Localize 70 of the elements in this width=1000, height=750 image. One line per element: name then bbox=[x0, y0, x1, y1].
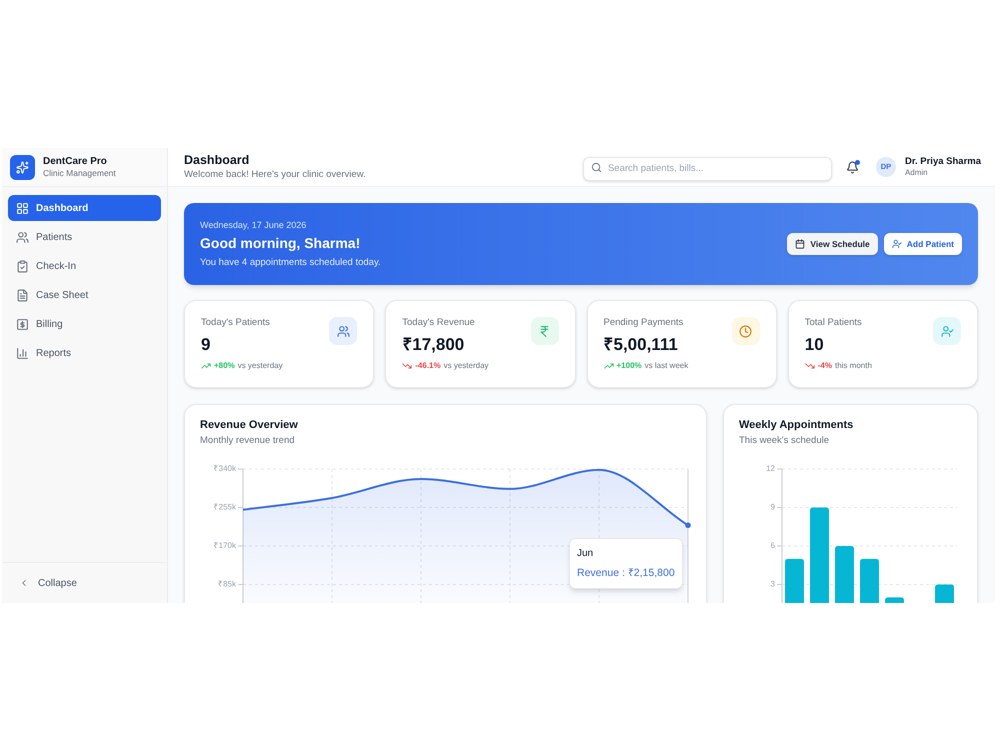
stat-value: 10 bbox=[804, 335, 825, 355]
bell-icon[interactable] bbox=[846, 160, 859, 174]
active-point-marker bbox=[685, 522, 691, 528]
bar-chart-icon bbox=[16, 346, 29, 360]
calendar-icon bbox=[795, 239, 806, 249]
y-axis-label: 9 bbox=[770, 502, 775, 512]
view-schedule-button[interactable]: View Schedule bbox=[787, 233, 878, 255]
user-role: Admin bbox=[904, 168, 929, 178]
clipboard-check-icon bbox=[16, 260, 29, 272]
nav-item[interactable]: Check-In bbox=[8, 253, 161, 279]
appointment-bar bbox=[860, 558, 879, 603]
page-title: Dashboard bbox=[184, 153, 250, 168]
appointment-bar bbox=[835, 546, 854, 603]
stat-value: 9 bbox=[201, 335, 212, 355]
logo-icon bbox=[10, 154, 35, 180]
appointment-bar bbox=[935, 584, 954, 603]
user-check-icon bbox=[933, 317, 961, 345]
appointment-bar bbox=[785, 558, 804, 603]
y-axis-label: ₹170k bbox=[214, 541, 236, 550]
users-icon bbox=[16, 230, 29, 244]
grid-icon bbox=[16, 202, 29, 214]
y-axis-label: ₹85k bbox=[218, 580, 236, 589]
add-patient-button[interactable]: Add Patient bbox=[884, 233, 962, 255]
change-note: vs yesterday bbox=[444, 360, 489, 372]
nav-item[interactable]: Patients bbox=[8, 224, 161, 250]
search-field[interactable]: Search patients, bills... bbox=[582, 156, 832, 180]
stat-label: Today's Revenue bbox=[402, 317, 476, 329]
change-note: vs last week bbox=[644, 360, 688, 372]
nav-item[interactable]: Reports bbox=[8, 340, 161, 366]
brand-name: DentCare Pro bbox=[43, 156, 108, 168]
y-axis-label: 6 bbox=[770, 541, 775, 550]
change-value: +80% bbox=[214, 360, 235, 372]
page-subtitle: Welcome back! Here's your clinic overview. bbox=[184, 169, 366, 181]
stat-label: Today's Patients bbox=[201, 317, 271, 329]
stat-value: ₹5,00,111 bbox=[604, 335, 679, 355]
change-note: this month bbox=[834, 360, 872, 372]
dollar-icon bbox=[16, 318, 29, 330]
banner-date: Wednesday, 17 June 2026 bbox=[200, 219, 308, 231]
banner-message: You have 4 appointments scheduled today. bbox=[200, 256, 381, 269]
chart-title: Revenue Overview bbox=[200, 418, 299, 433]
users-icon bbox=[329, 317, 358, 345]
clock-icon bbox=[732, 317, 760, 345]
y-axis-label: ₹255k bbox=[214, 502, 236, 512]
stat-label: Pending Payments bbox=[604, 317, 684, 329]
stat-label: Total Patients bbox=[804, 317, 863, 329]
search-icon bbox=[590, 162, 602, 172]
rupee-icon bbox=[530, 317, 558, 345]
appointment-bar bbox=[885, 597, 904, 603]
brand-tagline: Clinic Management bbox=[43, 168, 116, 178]
tooltip-title: Jun bbox=[577, 547, 594, 560]
change-value: -4% bbox=[818, 360, 832, 372]
chart-title: Weekly Appointments bbox=[739, 418, 854, 433]
change-value: +100% bbox=[616, 360, 642, 372]
chart-subtitle: This week's schedule bbox=[739, 434, 830, 448]
y-axis-label: 3 bbox=[770, 580, 775, 589]
chart-subtitle: Monthly revenue trend bbox=[200, 434, 296, 448]
stat-value: ₹17,800 bbox=[402, 335, 466, 355]
document-icon bbox=[16, 288, 29, 302]
change-value: -46.1% bbox=[415, 360, 441, 372]
greeting: Good morning, Sharma! bbox=[200, 234, 362, 252]
tooltip-value: Revenue : ₹2,15,800 bbox=[577, 566, 675, 580]
change-note: vs yesterday bbox=[238, 360, 283, 372]
nav-item[interactable]: Dashboard bbox=[8, 195, 161, 221]
nav-item[interactable]: Case Sheet bbox=[8, 282, 161, 308]
user-name: Dr. Priya Sharma bbox=[904, 156, 981, 168]
nav-item[interactable]: Billing bbox=[8, 311, 161, 337]
y-axis-label: ₹340k bbox=[214, 464, 236, 474]
user-check-icon bbox=[892, 239, 902, 249]
collapse-button[interactable]: Collapse bbox=[2, 576, 77, 590]
y-axis-label: 12 bbox=[766, 464, 775, 474]
